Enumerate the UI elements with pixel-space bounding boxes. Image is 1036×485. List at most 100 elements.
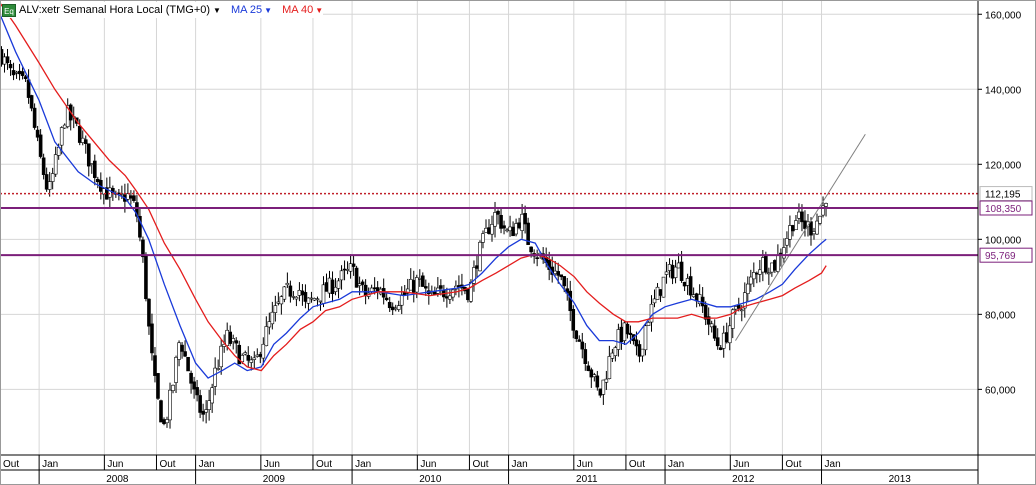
candle-body bbox=[225, 329, 229, 346]
candle-body bbox=[511, 226, 515, 237]
candle-body bbox=[258, 354, 263, 357]
candle-body bbox=[174, 357, 178, 383]
candle-body bbox=[165, 419, 169, 424]
candle-body bbox=[47, 181, 52, 190]
candle-body bbox=[556, 271, 561, 276]
candle-body bbox=[667, 264, 672, 271]
candle-body bbox=[390, 306, 395, 311]
candle-body bbox=[688, 276, 693, 296]
candle-body bbox=[270, 311, 275, 325]
candle-body bbox=[210, 387, 214, 404]
candle-body bbox=[812, 231, 816, 235]
candle-body bbox=[577, 339, 582, 342]
candle-body bbox=[396, 305, 401, 310]
candle-body bbox=[592, 374, 597, 378]
candle-body bbox=[791, 225, 795, 232]
candle-body bbox=[333, 286, 338, 292]
ma25-dropdown-icon[interactable]: ▼ bbox=[264, 6, 272, 15]
candle-body bbox=[755, 272, 759, 275]
candle-body bbox=[628, 332, 633, 335]
x-month-label: Jan bbox=[355, 459, 371, 470]
candle-body bbox=[351, 263, 356, 267]
candle-body bbox=[89, 163, 94, 165]
candle-body bbox=[252, 357, 257, 360]
candle-body bbox=[249, 359, 254, 363]
candle-body bbox=[327, 277, 332, 294]
x-month-label: Out bbox=[785, 459, 801, 470]
candle-body bbox=[634, 339, 639, 347]
candle-body bbox=[41, 157, 46, 175]
equity-icon[interactable]: Eq bbox=[2, 3, 16, 17]
candle-body bbox=[44, 174, 49, 190]
candle-body bbox=[598, 388, 603, 396]
candle-body bbox=[514, 223, 518, 235]
candle-body bbox=[38, 134, 43, 157]
x-month-label: Out bbox=[316, 459, 332, 470]
candle-body bbox=[709, 323, 714, 328]
candle-body bbox=[177, 342, 181, 360]
x-month-label: Jun bbox=[733, 459, 749, 470]
candle-body bbox=[243, 352, 248, 355]
candle-body bbox=[279, 296, 284, 305]
candle-body bbox=[92, 160, 97, 178]
candle-body bbox=[622, 322, 627, 341]
candle-body bbox=[637, 344, 642, 357]
candle-body bbox=[739, 309, 744, 312]
candle-body bbox=[23, 76, 28, 79]
candle-body bbox=[219, 345, 223, 368]
candle-body bbox=[586, 365, 591, 371]
candle-body bbox=[670, 264, 675, 279]
candle-body bbox=[610, 352, 615, 359]
candle-body bbox=[53, 154, 58, 175]
candle-body bbox=[26, 79, 31, 98]
candle-body bbox=[192, 381, 196, 390]
level-label: 108,350 bbox=[985, 204, 1022, 215]
x-month-label: Jun bbox=[107, 459, 123, 470]
candle-body bbox=[815, 220, 819, 235]
candle-body bbox=[186, 356, 190, 372]
candle-body bbox=[291, 296, 296, 298]
y-tick-label: 60,000 bbox=[985, 385, 1016, 396]
candle-body bbox=[721, 332, 726, 349]
candle-body bbox=[484, 227, 488, 233]
candle-body bbox=[288, 285, 293, 297]
candle-body bbox=[126, 193, 130, 200]
price-chart[interactable]: 60,000 80,000 100,000 120,000 140,000 160,000… bbox=[0, 0, 1036, 485]
x-month-label: Out bbox=[159, 459, 175, 470]
symbol-label[interactable]: ALV:xetr Semanal Hora Local (TMG+0) bbox=[19, 4, 210, 16]
ma40-label[interactable]: MA 40 bbox=[282, 4, 313, 16]
ma25-label[interactable]: MA 25 bbox=[231, 4, 262, 16]
candle-body bbox=[616, 329, 621, 350]
x-month-label: Out bbox=[3, 459, 19, 470]
candle-body bbox=[643, 325, 648, 351]
x-month-label: Jun bbox=[577, 459, 593, 470]
candle-body bbox=[50, 173, 55, 182]
candle-body bbox=[445, 296, 449, 299]
x-month-label: Out bbox=[629, 459, 645, 470]
candle-body bbox=[758, 269, 762, 275]
candle-body bbox=[420, 275, 425, 287]
candle-body bbox=[502, 225, 506, 229]
candle-body bbox=[490, 223, 494, 235]
candle-body bbox=[424, 286, 428, 289]
symbol-dropdown-icon[interactable]: ▼ bbox=[213, 6, 221, 15]
candle-body bbox=[264, 326, 269, 347]
candle-body bbox=[387, 301, 392, 309]
x-month-label: Jan bbox=[512, 459, 528, 470]
x-year-label: 2011 bbox=[576, 474, 598, 485]
candle-body bbox=[273, 305, 278, 313]
candle-body bbox=[17, 70, 22, 75]
candle-body bbox=[59, 127, 64, 146]
candle-body bbox=[553, 270, 558, 274]
candle-body bbox=[2, 56, 7, 65]
candle-body bbox=[384, 297, 389, 301]
candle-body bbox=[794, 220, 798, 231]
candle-body bbox=[824, 203, 828, 207]
candle-body bbox=[150, 323, 154, 354]
chart-legend: Eq ALV:xetr Semanal Hora Local (TMG+0) ▼… bbox=[2, 2, 324, 18]
candle-body bbox=[417, 278, 422, 280]
candle-body bbox=[255, 354, 260, 357]
candle-body bbox=[318, 300, 323, 303]
ma40-dropdown-icon[interactable]: ▼ bbox=[315, 6, 323, 15]
candle-body bbox=[664, 271, 669, 275]
